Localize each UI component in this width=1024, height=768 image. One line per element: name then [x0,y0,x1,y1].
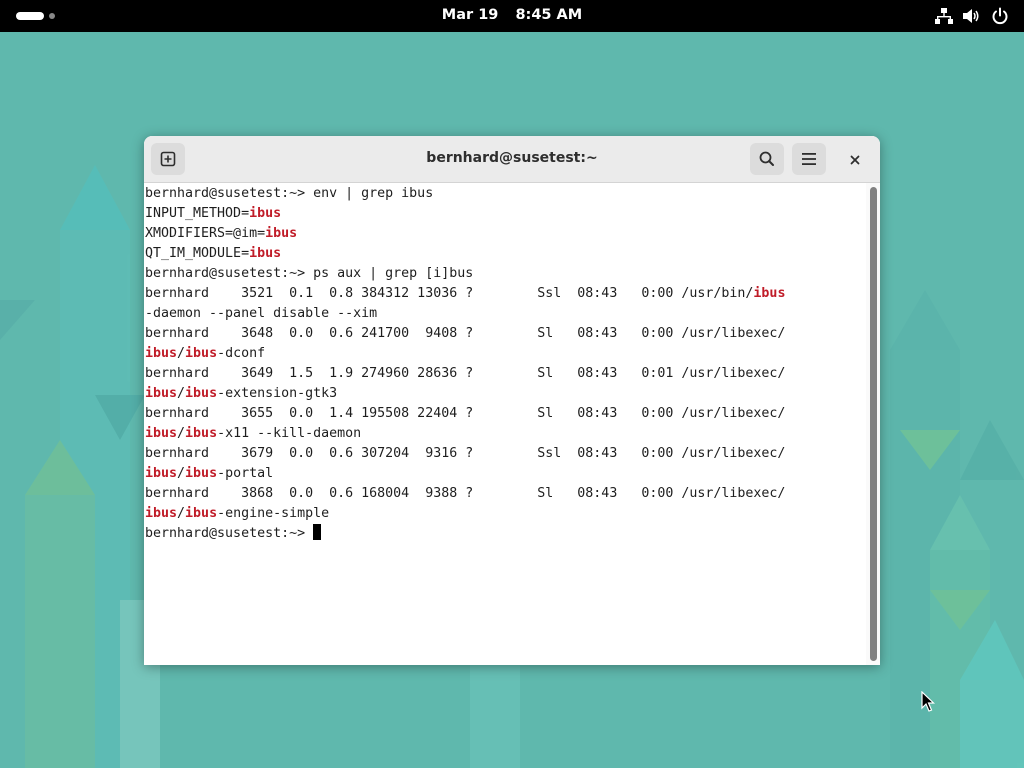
terminal-text: -dconf [217,346,266,361]
terminal-text: XMODIFIERS=@im= [145,226,266,241]
highlighted-match: ibus [249,246,282,261]
terminal-text: bernhard 3868 0.0 0.6 168004 9388 ? Sl 0… [145,486,786,501]
terminal-text: bernhard 3649 1.5 1.9 274960 28636 ? Sl … [145,366,786,381]
terminal-text: bernhard 3679 0.0 0.6 307204 9316 ? Ssl … [145,446,786,461]
highlighted-match: ibus [249,206,282,221]
terminal-line: ibus/ibus-engine-simple [145,504,329,524]
terminal-line: ibus/ibus-portal [145,464,273,484]
close-button[interactable] [843,148,867,172]
mouse-pointer-icon [921,691,935,712]
terminal-line: XMODIFIERS=@im=ibus [145,224,297,244]
highlighted-match: ibus [145,346,178,361]
search-icon [759,151,774,166]
search-button[interactable] [750,143,784,175]
clock-date: Mar 19 [441,7,499,23]
highlighted-match: ibus [265,226,298,241]
hamburger-menu-icon [802,153,816,165]
highlighted-match: ibus [185,386,218,401]
terminal-text: bernhard@susetest:~> ps aux | grep [i]bu… [145,266,474,281]
network-icon[interactable] [935,7,953,25]
highlighted-match: ibus [185,506,218,521]
highlighted-match: ibus [145,466,178,481]
scrollbar-thumb[interactable] [870,187,877,661]
terminal-line: bernhard 3648 0.0 0.6 241700 9408 ? Sl 0… [145,324,785,344]
clock[interactable]: Mar 19 8:45 AM [0,7,1024,23]
terminal-text: / [177,466,186,481]
terminal-line: bernhard 3868 0.0 0.6 168004 9388 ? Sl 0… [145,484,785,504]
top-bar: Mar 19 8:45 AM [0,0,1024,32]
terminal-text: -x11 --kill-daemon [217,426,362,441]
terminal-line: bernhard@susetest:~> env | grep ibus [145,184,433,204]
terminal-line: bernhard 3649 1.5 1.9 274960 28636 ? Sl … [145,364,785,384]
terminal-line: INPUT_METHOD=ibus [145,204,281,224]
highlighted-match: ibus [185,466,218,481]
terminal-line: bernhard 3679 0.0 0.6 307204 9316 ? Ssl … [145,444,785,464]
terminal-text: INPUT_METHOD= [145,206,250,221]
terminal-line: ibus/ibus-x11 --kill-daemon [145,424,361,444]
terminal-text: QT_IM_MODULE= [145,246,250,261]
highlighted-match: ibus [753,286,786,301]
terminal-text: bernhard 3655 0.0 1.4 195508 22404 ? Sl … [145,406,786,421]
terminal-line: ibus/ibus-dconf [145,344,265,364]
clock-time: 8:45 AM [515,7,583,23]
power-icon[interactable] [991,7,1009,25]
terminal-text: / [177,346,186,361]
terminal-line: bernhard 3655 0.0 1.4 195508 22404 ? Sl … [145,404,785,424]
text-cursor [313,524,322,540]
terminal-text: bernhard 3521 0.1 0.8 384312 13036 ? Ssl… [145,286,754,301]
highlighted-match: ibus [145,506,178,521]
terminal-text: / [177,386,186,401]
scrollbar[interactable] [866,183,880,665]
window-headerbar[interactable]: bernhard@susetest:~ [144,136,880,183]
highlighted-match: ibus [185,346,218,361]
terminal-text: / [177,426,186,441]
terminal-text: bernhard@susetest:~> [145,526,314,541]
terminal-line: bernhard@susetest:~> ps aux | grep [i]bu… [145,264,473,284]
terminal-text: -extension-gtk3 [217,386,338,401]
highlighted-match: ibus [145,426,178,441]
highlighted-match: ibus [145,386,178,401]
terminal-line: ibus/ibus-extension-gtk3 [145,384,337,404]
terminal-line: bernhard 3521 0.1 0.8 384312 13036 ? Ssl… [145,284,785,304]
volume-icon[interactable] [962,7,980,25]
terminal-text: -engine-simple [217,506,330,521]
terminal-line: QT_IM_MODULE=ibus [145,244,281,264]
terminal-text: / [177,506,186,521]
terminal-window[interactable]: bernhard@susetest:~ bernhard@susetest:~>… [144,136,880,665]
terminal-line: bernhard@susetest:~> [145,524,322,544]
main-menu-button[interactable] [792,143,826,175]
terminal-line: -daemon --panel disable --xim [145,304,377,324]
terminal-output[interactable]: bernhard@susetest:~> env | grep ibus INPU… [144,183,866,665]
terminal-text: bernhard 3648 0.0 0.6 241700 9408 ? Sl 0… [145,326,786,341]
terminal-text: bernhard@susetest:~> env | grep ibus [145,186,434,201]
terminal-text: -portal [217,466,274,481]
terminal-text: -daemon --panel disable --xim [145,306,378,321]
highlighted-match: ibus [185,426,218,441]
close-icon [850,155,860,165]
